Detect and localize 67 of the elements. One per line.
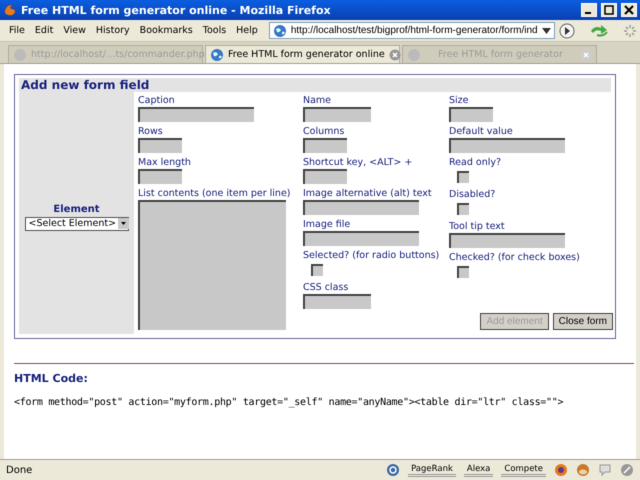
field-label: Tool tip text <box>449 220 505 233</box>
browser-tab[interactable]: Free HTML form generator online <box>205 45 400 63</box>
menu-item[interactable]: View <box>58 25 91 36</box>
element-dropdown[interactable]: <Select Element> <box>24 216 128 230</box>
text-area[interactable] <box>138 200 286 330</box>
input-field[interactable] <box>303 294 371 309</box>
toolbar-meter: PageRank <box>408 464 456 476</box>
address-field[interactable]: http://localhost/test/bigprof/html-form-generator/form/ind <box>268 22 555 39</box>
close-icon[interactable] <box>621 3 637 17</box>
field-label: Image file <box>303 218 350 231</box>
field-label: Default value <box>449 125 513 138</box>
input-field[interactable] <box>303 231 419 246</box>
field-label: Shortcut key, <ALT> + <box>303 156 412 169</box>
input-field[interactable] <box>449 233 565 248</box>
dropdown-arrow-icon[interactable] <box>542 28 551 34</box>
input-field[interactable] <box>303 138 347 153</box>
tab-label: http://localhost/…ts/commander.php <box>31 49 205 60</box>
element-label: Element <box>53 204 100 214</box>
toolbar-meter: Compete <box>501 464 546 476</box>
menu-item[interactable]: Bookmarks <box>134 25 198 36</box>
field-label: Caption <box>138 94 175 107</box>
checkbox[interactable] <box>311 264 323 276</box>
field-label: List contents (one item per line) <box>138 187 291 200</box>
menu-item[interactable]: File <box>4 25 30 36</box>
input-field[interactable] <box>303 107 371 122</box>
globe-icon <box>13 48 27 62</box>
field-label: Read only? <box>449 156 502 169</box>
checkbox[interactable] <box>457 203 469 215</box>
input-field[interactable] <box>138 107 254 122</box>
code-heading: HTML Code: <box>14 372 89 385</box>
field-label: Selected? (for radio buttons) <box>303 249 440 262</box>
loading-spinner-icon <box>624 24 636 36</box>
html-code: <form method="post" action="myform.php" target="_self" name="anyName"><table dir="ltr" class=""> <box>14 397 564 408</box>
field-label: Columns <box>303 125 344 138</box>
checkbox[interactable] <box>457 266 469 278</box>
menu-item[interactable]: Tools <box>198 25 232 36</box>
form-button[interactable]: Close form <box>552 313 613 330</box>
input-field[interactable] <box>449 107 493 122</box>
input-field[interactable] <box>449 138 565 153</box>
globe-icon <box>407 48 421 62</box>
input-field[interactable] <box>138 138 182 153</box>
field-label: Disabled? <box>449 188 496 201</box>
globe-icon <box>210 48 224 62</box>
field-label: Image alternative (alt) text <box>303 187 432 200</box>
tab-label: Free HTML form generator online <box>228 49 385 60</box>
input-field[interactable] <box>303 200 419 215</box>
toolbar-meter: Alexa <box>464 464 494 476</box>
minimize-icon[interactable] <box>581 3 597 17</box>
menu-item[interactable]: Edit <box>30 25 58 36</box>
input-field[interactable] <box>138 169 182 184</box>
field-label: CSS class <box>303 281 348 294</box>
window-title: Free HTML form generator online - Mozilla Firefox <box>21 4 332 16</box>
form-title: Add new form field <box>19 78 611 92</box>
field-label: Rows <box>138 125 163 138</box>
field-label: Max length <box>138 156 191 169</box>
go-icon[interactable] <box>559 22 576 38</box>
field-label: Name <box>303 94 332 107</box>
field-label: Size <box>449 94 469 107</box>
input-field[interactable] <box>303 169 347 184</box>
menu-item[interactable]: Help <box>231 25 263 36</box>
maximize-icon[interactable] <box>601 3 617 17</box>
status-text: Done <box>6 464 34 476</box>
globe-icon <box>272 24 287 38</box>
menu-item[interactable]: History <box>90 25 135 36</box>
tab-close-icon[interactable] <box>388 48 401 60</box>
checkbox[interactable] <box>457 171 469 183</box>
field-label: Checked? (for check boxes) <box>449 251 580 264</box>
